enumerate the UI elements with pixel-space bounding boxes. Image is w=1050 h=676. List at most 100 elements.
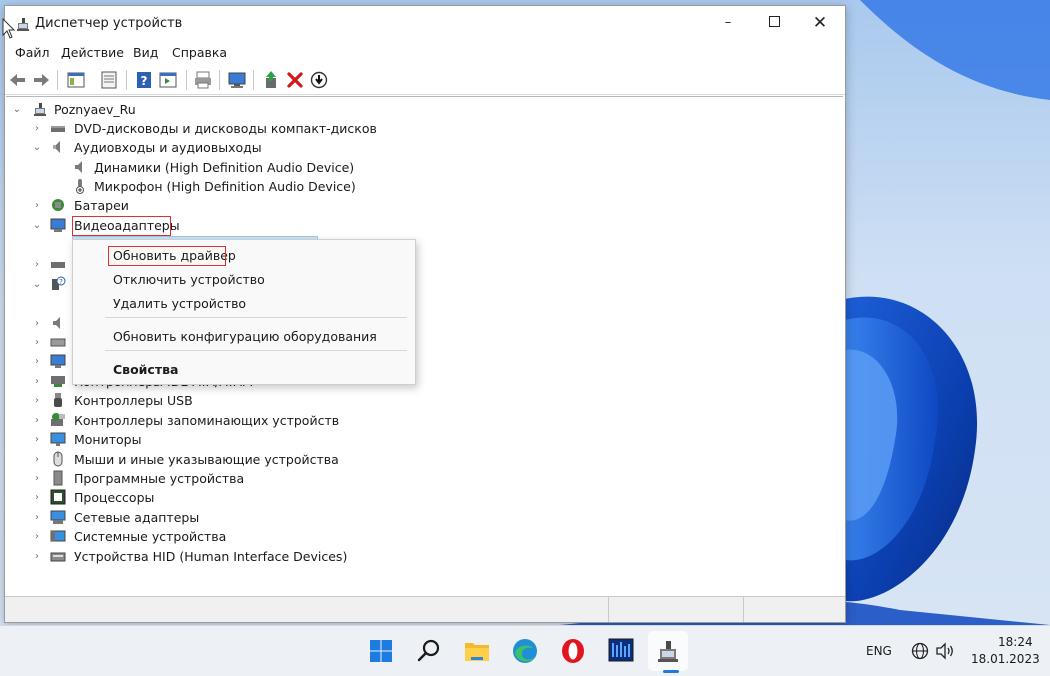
- toolbar-separator: [253, 70, 254, 90]
- menu-item-properties[interactable]: Свойства: [113, 362, 178, 377]
- file-explorer-icon[interactable]: [461, 635, 493, 667]
- system-device-icon: [50, 530, 66, 542]
- tree-item-label: DVD-дисководы и дисководы компакт-дисков: [74, 121, 377, 136]
- tree-item-label: Аудиовходы и аудиовыходы: [74, 140, 262, 155]
- close-button[interactable]: ✕: [797, 6, 843, 40]
- chevron-right-icon[interactable]: ›: [32, 430, 42, 449]
- chevron-right-icon[interactable]: ›: [32, 372, 42, 391]
- menu-file[interactable]: Файл: [15, 45, 50, 60]
- svg-text:?: ?: [141, 74, 148, 88]
- highlight-box: [108, 246, 226, 266]
- toolbar-separator: [186, 70, 187, 90]
- highlight-box: [72, 216, 171, 236]
- title-bar[interactable]: Диспетчер устройств – ✕: [5, 6, 845, 40]
- chevron-down-icon[interactable]: ⌄: [32, 275, 42, 294]
- processor-icon: [50, 489, 66, 505]
- network-adapter-icon: [50, 510, 66, 524]
- speaker-icon: [75, 161, 82, 173]
- battery-icon: [52, 199, 64, 211]
- menu-help[interactable]: Справка: [172, 45, 227, 60]
- maximize-icon: [768, 15, 780, 27]
- tree-item-label: Мониторы: [74, 432, 142, 447]
- chevron-right-icon[interactable]: ›: [32, 469, 42, 488]
- chevron-right-icon[interactable]: ›: [32, 391, 42, 410]
- chevron-down-icon[interactable]: ⌄: [32, 138, 42, 157]
- opera-icon[interactable]: [557, 635, 589, 667]
- toolbar-separator: [219, 70, 220, 90]
- action-pane-icon[interactable]: [158, 70, 178, 90]
- computer-icon: [50, 354, 66, 368]
- properties-icon[interactable]: [99, 70, 119, 90]
- menu-item-disable-device[interactable]: Отключить устройство: [113, 272, 265, 287]
- tree-item-label: Устройства HID (Human Interface Devices): [74, 549, 348, 564]
- windows-start-icon[interactable]: [365, 635, 397, 667]
- scan-hardware-icon[interactable]: [227, 70, 247, 90]
- network-icon[interactable]: [911, 642, 929, 660]
- tree-item-label: Микрофон (High Definition Audio Device): [94, 179, 356, 194]
- chevron-right-icon[interactable]: ›: [32, 314, 42, 333]
- chevron-right-icon[interactable]: ›: [32, 411, 42, 430]
- chevron-right-icon[interactable]: ›: [32, 196, 42, 215]
- disk-drive-icon: [51, 262, 65, 268]
- back-icon[interactable]: [8, 70, 28, 90]
- chevron-down-icon[interactable]: ⌄: [32, 216, 42, 235]
- svg-text:?: ?: [59, 278, 63, 286]
- mouse-icon: [53, 451, 63, 467]
- menu-separator: [105, 317, 407, 318]
- chevron-right-icon[interactable]: ›: [32, 527, 42, 546]
- monitor-app-icon[interactable]: [605, 635, 637, 667]
- tree-item-label: Контроллеры USB: [74, 393, 193, 408]
- toolbar-separator: [57, 70, 58, 90]
- chevron-right-icon[interactable]: ›: [32, 547, 42, 566]
- uninstall-icon[interactable]: [285, 70, 305, 90]
- menu-item-uninstall-device[interactable]: Удалить устройство: [113, 296, 246, 311]
- disable-icon[interactable]: [309, 70, 329, 90]
- clock-date[interactable]: 18.01.2023: [971, 652, 1040, 666]
- menu-view[interactable]: Вид: [133, 45, 158, 60]
- clock-time[interactable]: 18:24: [998, 635, 1033, 649]
- chevron-right-icon[interactable]: ›: [32, 255, 42, 274]
- chevron-down-icon[interactable]: ⌄: [12, 100, 22, 119]
- tree-item-label: Сетевые адаптеры: [74, 510, 200, 525]
- monitor-icon: [50, 432, 66, 446]
- active-indicator: [663, 670, 679, 673]
- device-manager-icon[interactable]: [652, 635, 684, 667]
- chevron-right-icon[interactable]: ›: [32, 508, 42, 527]
- volume-icon[interactable]: [935, 642, 955, 660]
- show-hide-console-tree-icon[interactable]: [66, 70, 86, 90]
- update-driver-icon[interactable]: [261, 70, 281, 90]
- print-icon[interactable]: [193, 70, 213, 90]
- chevron-right-icon[interactable]: ›: [32, 333, 42, 352]
- keyboard-icon: [50, 338, 66, 347]
- chevron-right-icon[interactable]: ›: [32, 119, 42, 138]
- chevron-right-icon[interactable]: ›: [32, 450, 42, 469]
- toolbar: ?: [5, 66, 845, 95]
- status-bar-separator: [608, 597, 609, 622]
- storage-controller-icon: [51, 413, 65, 426]
- chevron-right-icon[interactable]: ›: [32, 488, 42, 507]
- help-icon[interactable]: ?: [134, 70, 154, 90]
- other-device-icon: ?: [52, 276, 66, 290]
- edge-icon[interactable]: [509, 635, 541, 667]
- tree-item-label: Батареи: [74, 198, 129, 213]
- tree-item-label: Мыши и иные указывающие устройства: [74, 452, 339, 467]
- usb-icon: [54, 393, 62, 407]
- chevron-right-icon[interactable]: ›: [32, 352, 42, 371]
- search-icon[interactable]: [413, 635, 445, 667]
- dvd-drive-icon: [51, 126, 65, 132]
- tree-item-label: Процессоры: [74, 490, 155, 505]
- forward-icon[interactable]: [31, 70, 51, 90]
- display-adapter-icon: [50, 218, 66, 232]
- status-bar: [5, 596, 845, 622]
- menu-separator: [105, 350, 407, 351]
- toolbar-separator: [126, 70, 127, 90]
- maximize-button[interactable]: [751, 6, 797, 40]
- speaker-icon: [53, 317, 60, 329]
- tree-item-label: Системные устройства: [74, 529, 227, 544]
- computer-icon: [34, 103, 46, 116]
- minimize-button[interactable]: –: [705, 6, 751, 40]
- tree-item-label: Динамики (High Definition Audio Device): [94, 160, 355, 175]
- menu-action[interactable]: Действие: [61, 45, 124, 60]
- language-indicator[interactable]: ENG: [866, 644, 892, 658]
- menu-item-scan-hardware[interactable]: Обновить конфигурацию оборудования: [113, 329, 377, 344]
